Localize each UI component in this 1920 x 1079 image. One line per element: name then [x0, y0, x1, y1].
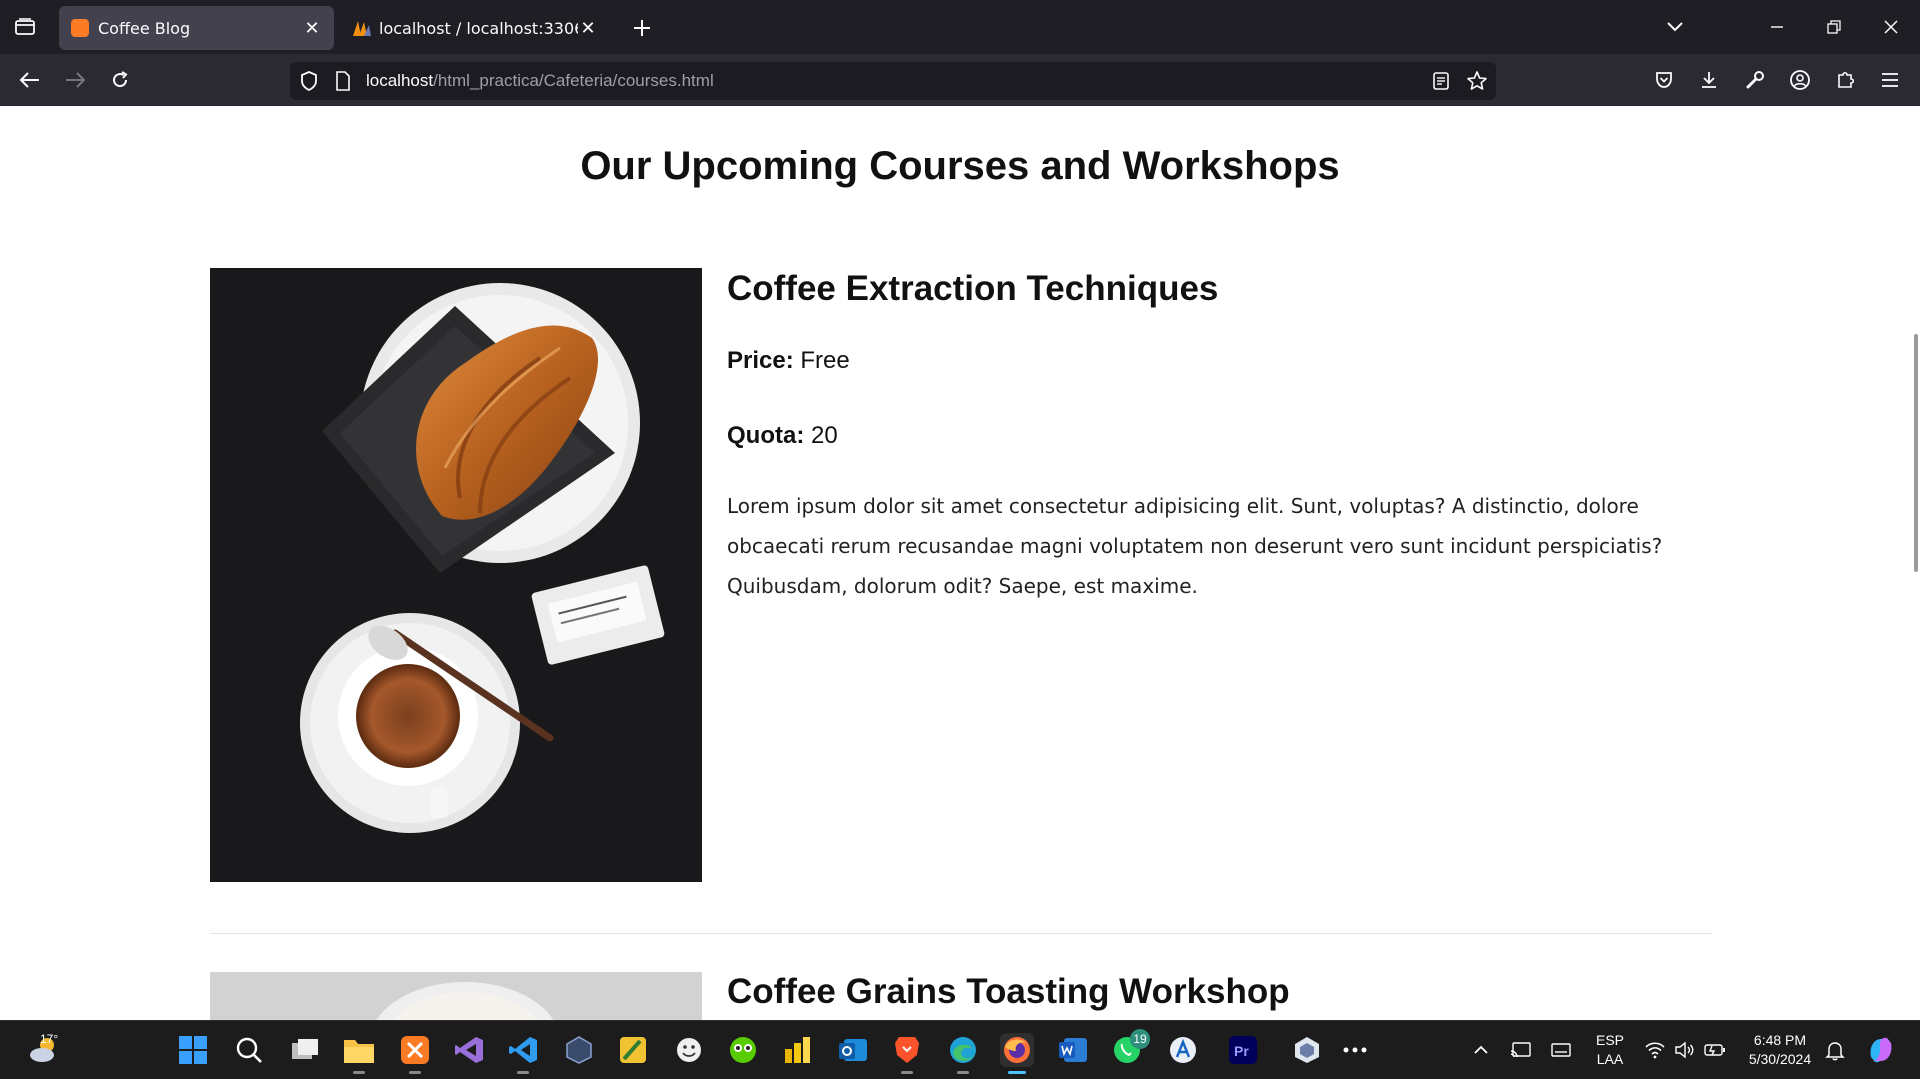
vs-code-icon[interactable] [506, 1033, 540, 1074]
price-label: Price: [727, 347, 794, 374]
forward-icon[interactable] [59, 64, 91, 96]
course-image [210, 972, 702, 1020]
running-indicator [901, 1071, 913, 1074]
app-a-icon[interactable] [1166, 1033, 1200, 1067]
volume-icon[interactable] [1668, 1033, 1702, 1067]
course-quota: Quota: 20 [727, 422, 838, 450]
running-indicator [409, 1071, 421, 1074]
keyboard-icon[interactable] [1544, 1033, 1578, 1067]
cast-icon[interactable] [1504, 1033, 1538, 1067]
running-indicator [353, 1071, 365, 1074]
minimize-icon[interactable] [1762, 12, 1792, 42]
edge-icon[interactable] [946, 1033, 980, 1074]
app-sketch-icon[interactable] [616, 1033, 650, 1067]
list-all-tabs-icon[interactable] [10, 12, 40, 42]
premiere-icon[interactable]: Pr [1226, 1033, 1260, 1067]
clock[interactable]: 6:48 PM 5/30/2024 [1740, 1031, 1820, 1069]
tab-coffee-blog[interactable]: Coffee Blog ✕ [59, 6, 334, 50]
course-image [210, 268, 702, 882]
show-hidden-icons-chevron-icon[interactable] [1464, 1033, 1498, 1067]
language-layout: LAA [1596, 1051, 1624, 1067]
task-view-icon[interactable] [288, 1033, 322, 1067]
dev-tools-wrench-icon[interactable] [1739, 64, 1771, 96]
clock-date: 5/30/2024 [1748, 1051, 1812, 1067]
page-info-icon[interactable] [330, 68, 356, 94]
xampp-icon[interactable] [398, 1033, 432, 1074]
tab-title: localhost / localhost:3306 / coffee [379, 18, 578, 38]
windows-taskbar: 17° 19 Pr ESP LAA 6:48 PM 5/30/2024 [0, 1020, 1920, 1079]
file-explorer-icon[interactable] [342, 1033, 376, 1074]
back-icon[interactable] [14, 64, 46, 96]
app-hex-icon[interactable] [1290, 1033, 1324, 1067]
active-indicator [1008, 1071, 1026, 1074]
xampp-favicon-icon [71, 19, 89, 37]
app-menu-icon[interactable] [1874, 64, 1906, 96]
windows-start-icon[interactable] [176, 1033, 210, 1067]
address-bar[interactable]: localhost/html_practica/Cafeteria/course… [290, 62, 1496, 100]
svg-text:Pr: Pr [1234, 1043, 1249, 1059]
url-path: /html_practica/Cafeteria/courses.html [433, 71, 714, 90]
app-cube-icon[interactable] [562, 1033, 596, 1067]
input-language[interactable]: ESP LAA [1592, 1031, 1628, 1069]
whatsapp-badge: 19 [1130, 1029, 1150, 1049]
running-indicator [957, 1071, 969, 1074]
browser-nav-bar: localhost/html_practica/Cafeteria/course… [0, 54, 1920, 106]
web-page-content: Our Upcoming Courses and Workshops Coffe… [0, 106, 1920, 1020]
brave-icon[interactable] [890, 1033, 924, 1074]
copilot-icon[interactable] [1864, 1033, 1898, 1067]
course-divider [210, 933, 1712, 934]
tracking-shield-icon[interactable] [296, 68, 322, 94]
course-price: Price: Free [727, 347, 850, 375]
list-tabs-chevron-icon[interactable] [1660, 12, 1690, 42]
price-value: Free [800, 347, 850, 374]
bookmark-star-icon[interactable] [1464, 68, 1490, 94]
downloads-icon[interactable] [1693, 64, 1725, 96]
search-icon[interactable] [232, 1033, 266, 1067]
close-tab-icon[interactable]: ✕ [302, 18, 322, 39]
pocket-icon[interactable] [1648, 64, 1680, 96]
firefox-icon[interactable] [1000, 1033, 1034, 1074]
word-icon[interactable] [1056, 1033, 1090, 1067]
new-tab-icon[interactable] [628, 14, 656, 42]
page-title: Our Upcoming Courses and Workshops [580, 144, 1340, 188]
phpmyadmin-favicon-icon [352, 19, 371, 37]
reader-view-icon[interactable] [1428, 68, 1454, 94]
account-icon[interactable] [1784, 64, 1816, 96]
course-description: Lorem ipsum dolor sit amet consectetur a… [727, 494, 1663, 598]
close-tab-icon[interactable]: ✕ [578, 18, 598, 39]
tab-phpmyadmin[interactable]: localhost / localhost:3306 / coffee ✕ [340, 6, 610, 50]
clock-time: 6:48 PM [1753, 1032, 1807, 1048]
duolingo-icon[interactable] [726, 1033, 760, 1067]
outlook-icon[interactable] [836, 1033, 870, 1067]
quota-value: 20 [811, 422, 838, 449]
extensions-icon[interactable] [1829, 64, 1861, 96]
page-scrollbar[interactable] [1914, 334, 1918, 572]
url-text[interactable]: localhost/html_practica/Cafeteria/course… [366, 71, 714, 91]
power-bi-icon[interactable] [780, 1033, 814, 1067]
app-emoji-icon[interactable] [672, 1033, 706, 1067]
restore-icon[interactable] [1819, 12, 1849, 42]
browser-tab-bar: Coffee Blog ✕ localhost / localhost:3306… [0, 0, 1920, 54]
language-code: ESP [1595, 1032, 1624, 1048]
quota-label: Quota: [727, 422, 805, 449]
course-title: Coffee Extraction Techniques [727, 269, 1219, 308]
reload-icon[interactable] [104, 64, 136, 96]
tab-title: Coffee Blog [98, 18, 191, 38]
more-apps-icon[interactable] [1338, 1033, 1372, 1067]
notifications-bell-icon[interactable] [1818, 1033, 1852, 1067]
close-window-icon[interactable] [1876, 12, 1906, 42]
weather-temp: 17° [40, 1032, 59, 1046]
wifi-icon[interactable] [1638, 1033, 1672, 1067]
url-host: localhost [366, 71, 434, 90]
running-indicator [517, 1071, 529, 1074]
battery-icon[interactable] [1698, 1033, 1732, 1067]
visual-studio-icon[interactable] [452, 1033, 486, 1067]
course-title: Coffee Grains Toasting Workshop [727, 972, 1290, 1011]
